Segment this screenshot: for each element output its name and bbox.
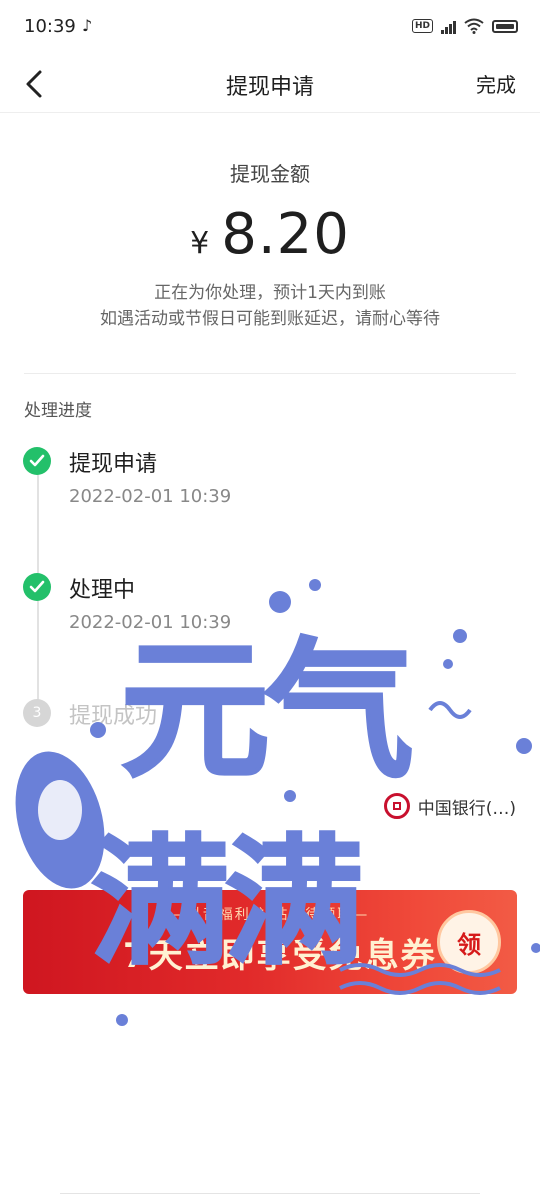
step-3-label: 提现成功: [69, 704, 158, 729]
bank-logo-icon: [383, 793, 410, 819]
step-3-number: 3: [23, 699, 51, 727]
wifi-icon: [464, 18, 484, 34]
bank-info: 中国银行(…): [383, 793, 516, 819]
step-2-label: 处理中: [69, 578, 136, 603]
status-bar: 10:39 ♪ HD: [0, 0, 540, 56]
banner-subtitle: —抖音福利 补贴券待领取—: [170, 907, 370, 923]
home-indicator: [60, 1193, 480, 1198]
processing-note: 正在为你处理，预计1天内到账: [154, 283, 386, 303]
status-icons: HD: [411, 18, 518, 34]
signal-icon: [441, 18, 456, 34]
bank-name: 中国银行(…): [417, 798, 516, 819]
progress-title: 处理进度: [24, 401, 92, 421]
step-1-time: 2022-02-01 10:39: [69, 486, 232, 507]
amount-label: 提现金额: [230, 162, 310, 186]
banner-title: 7天立即享受免息券: [123, 936, 437, 976]
battery-icon: [492, 19, 518, 33]
delay-note: 如遇活动或节假日可能到账延迟，请耐心等待: [100, 309, 440, 329]
amount: ¥ 8.20: [0, 202, 540, 267]
step-1-label: 提现申请: [69, 452, 158, 477]
status-time: 10:39: [24, 16, 76, 37]
promo-banner[interactable]: —抖音福利 补贴券待领取— 7天立即享受免息券 领: [23, 890, 517, 994]
step-2-check-icon: [23, 573, 51, 601]
currency-symbol: ¥: [190, 226, 210, 261]
page-title: 提现申请: [225, 75, 314, 100]
step-1-check-icon: [23, 447, 51, 475]
claim-button[interactable]: 领: [437, 910, 501, 974]
hd-icon: HD: [411, 19, 433, 33]
nav-bar: 提现申请 完成: [0, 56, 540, 113]
amount-value: 8.20: [221, 202, 350, 267]
tiktok-icon: ♪: [82, 16, 93, 35]
step-2-time: 2022-02-01 10:39: [69, 612, 232, 633]
divider: [24, 373, 516, 374]
done-button[interactable]: 完成: [476, 69, 516, 98]
